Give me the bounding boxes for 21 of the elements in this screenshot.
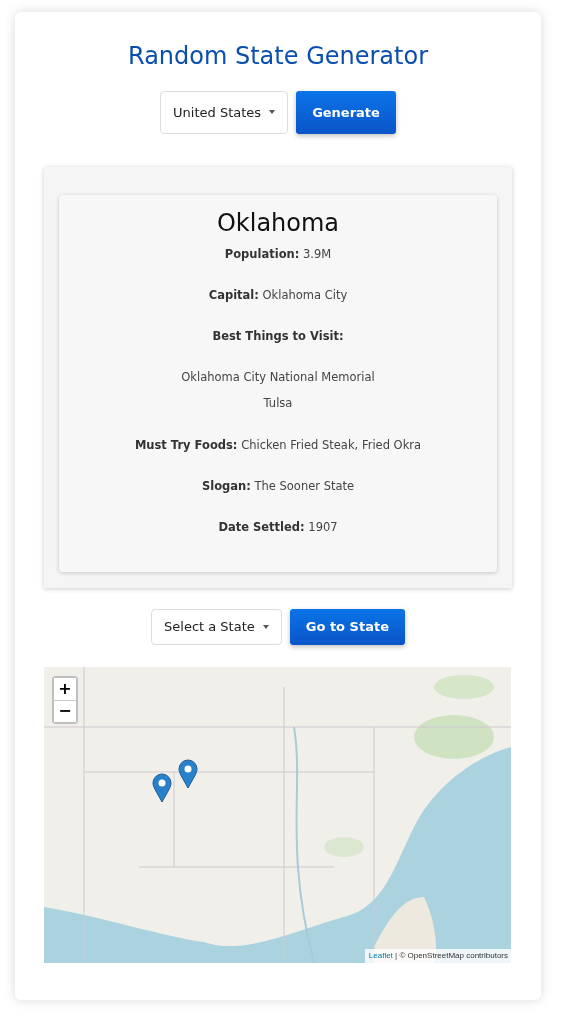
map-pin-icon[interactable] (152, 772, 172, 803)
state-fact: Capital: Oklahoma City (207, 286, 349, 303)
state-fact: Slogan: The Sooner State (200, 477, 356, 494)
map-pin-icon[interactable] (178, 758, 198, 789)
leaflet-link[interactable]: Leaflet (368, 950, 393, 960)
app-title: Random State Generator (127, 42, 429, 71)
state-fact: Must Try Foods: Chicken Fried Steak, Fried Okra (133, 436, 423, 453)
zoom-out-button[interactable]: − (54, 699, 76, 722)
attribution-text: | © OpenStreetMap contributors (395, 950, 508, 960)
go-to-state-button[interactable]: Go to State (289, 608, 405, 645)
state-select[interactable]: Select a State (151, 608, 282, 645)
section-label: Best Things to Visit: (211, 327, 345, 344)
attraction-item: Tulsa (262, 394, 294, 411)
caret-icon (269, 110, 276, 115)
state-name: Oklahoma (215, 208, 341, 238)
state-fact: Date Settled: 1907 (217, 518, 339, 535)
state-fact: Population: 3.9M (223, 245, 333, 262)
caret-icon (262, 624, 269, 629)
attraction-item: Oklahoma City National Memorial (180, 368, 376, 385)
generate-button[interactable]: Generate (296, 90, 396, 134)
country-select[interactable]: United States (160, 90, 289, 134)
